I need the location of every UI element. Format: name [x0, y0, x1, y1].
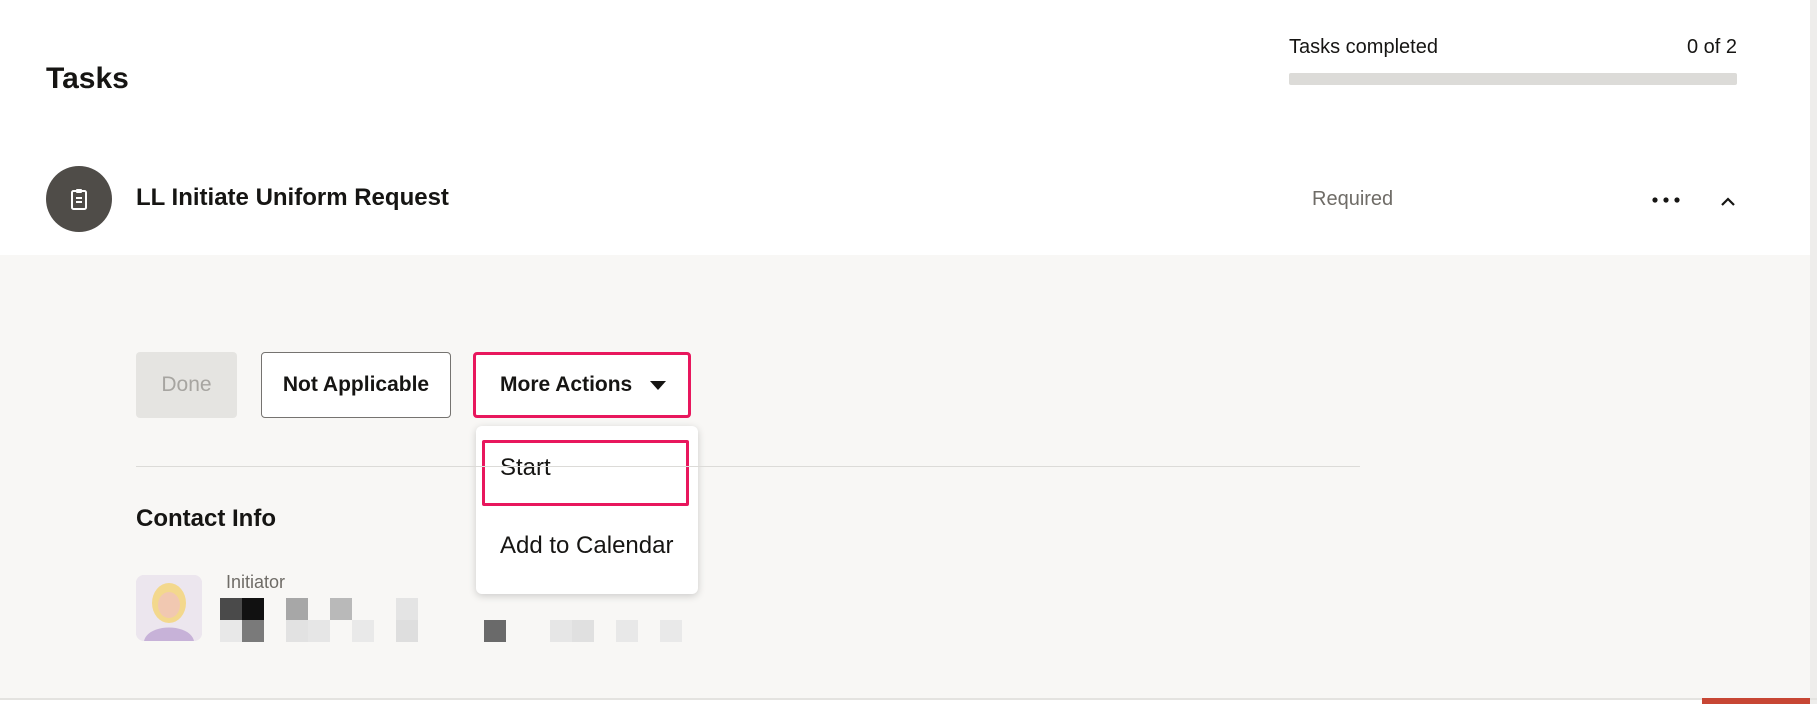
bottom-divider [0, 698, 1817, 700]
task-title[interactable]: LL Initiate Uniform Request [136, 184, 449, 212]
page-title: Tasks [46, 62, 129, 95]
bottom-accent-bar [1702, 698, 1810, 704]
task-row[interactable]: LL Initiate Uniform Request Required [0, 150, 1810, 255]
clipboard-icon [71, 189, 87, 210]
menu-item-add-to-calendar[interactable]: Add to Calendar [476, 518, 698, 574]
menu-item-start[interactable]: Start [476, 440, 698, 506]
progress-label: Tasks completed [1289, 36, 1438, 58]
menu-item-highlight [482, 440, 689, 506]
more-actions-label: More Actions [500, 373, 633, 396]
chevron-up-icon[interactable] [1710, 186, 1746, 218]
redacted-contact-name [220, 598, 700, 646]
not-applicable-button[interactable]: Not Applicable [261, 352, 451, 418]
more-horizontal-icon[interactable] [1646, 186, 1686, 214]
initiator-label: Initiator [226, 572, 286, 592]
done-button[interactable]: Done [136, 352, 237, 418]
avatar [136, 575, 202, 641]
scrollbar-track [1810, 0, 1817, 704]
progress-bar [1289, 73, 1737, 85]
task-icon-badge [46, 166, 112, 232]
contact-info-title: Contact Info [136, 505, 276, 532]
progress-count: 0 of 2 [1686, 36, 1737, 58]
menu-item-label: Add to Calendar [500, 532, 674, 559]
more-actions-button[interactable]: More Actions [473, 352, 691, 418]
tasks-progress: Tasks completed 0 of 2 [1289, 36, 1737, 85]
caret-down-icon [650, 381, 666, 390]
task-status: Required [1312, 188, 1394, 210]
more-actions-menu: Start Add to Calendar [476, 426, 698, 594]
section-divider [136, 466, 1360, 467]
